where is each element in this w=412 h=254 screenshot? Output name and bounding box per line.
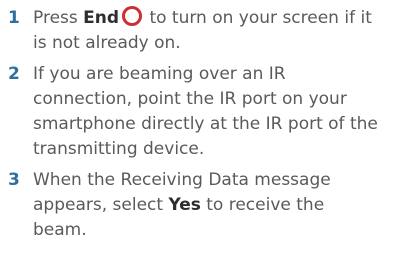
step-line: When the Receiving Data message [33, 170, 331, 190]
step-line: smartphone directly at the IR port of th… [33, 114, 378, 134]
step-line: If you are beaming over an IR [33, 64, 286, 84]
step-number: 2 [8, 64, 20, 84]
step-line: is not already on. [33, 33, 181, 53]
end-key-label: End [83, 8, 120, 28]
step-line: connection, point the IR port on your [33, 89, 347, 109]
step-text: Press [33, 8, 84, 28]
step-line: transmitting device. [33, 139, 205, 159]
step-number: 3 [8, 170, 20, 190]
step-text: to receive the [200, 195, 325, 215]
step-text: to turn on your screen if it [144, 8, 372, 28]
yes-option-label: Yes [168, 195, 201, 215]
step-line: beam. [33, 220, 87, 240]
step-line: Press End to turn on your screen if it [33, 6, 372, 31]
step-line: appears, select Yes to receive the [33, 193, 324, 218]
step-number: 1 [8, 8, 20, 28]
step-text: appears, select [33, 195, 169, 215]
end-key-icon [122, 6, 143, 26]
